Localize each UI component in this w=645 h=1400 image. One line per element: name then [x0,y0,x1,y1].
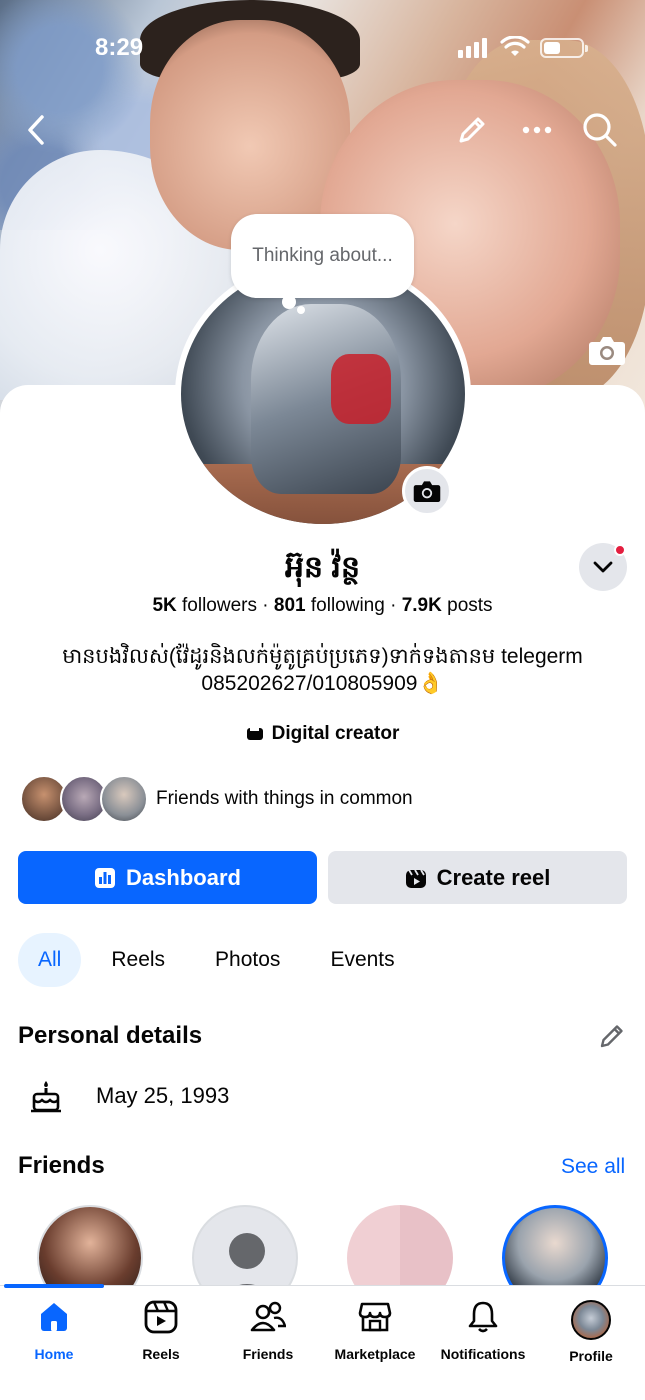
nav-home-label: Home [34,1346,74,1362]
note-bubble[interactable]: Thinking about... [231,214,414,298]
mutual-friend-avatar [100,775,148,823]
pencil-icon [459,117,485,143]
edit-details-button[interactable] [598,1022,628,1052]
nav-friends-label: Friends [242,1346,294,1362]
mutual-friends[interactable]: Friends with things in common [20,775,413,823]
dashboard-button[interactable]: Dashboard [18,851,317,904]
avatar-motorbike-red-panel [331,354,391,424]
back-button[interactable] [14,108,58,152]
nav-profile[interactable]: Profile [537,1300,645,1376]
tab-photos[interactable]: Photos [195,933,300,987]
stats-separator: · [262,595,274,616]
reels-icon [144,1300,178,1334]
stats-separator: · [390,595,402,616]
nav-notifications[interactable]: Notifications [429,1300,537,1376]
nav-marketplace[interactable]: Marketplace [321,1300,429,1376]
camera-icon [589,337,625,365]
profile-bio: មានបងវិលស់(វ៉ែដូរនិងលក់ម៉ូតូគ្រប់ប្រភេទ)… [62,645,583,695]
pencil-icon [600,1025,623,1048]
followers-label[interactable]: followers [182,595,257,616]
more-dots-icon [522,126,552,134]
nav-reels[interactable]: Reels [107,1300,215,1376]
profile-name: អ៊ុន វ៉ន្ថ [285,551,360,584]
see-all-friends-link[interactable]: See all [561,1155,625,1179]
wifi-icon [500,35,530,63]
category-icon [246,728,263,740]
nav-marketplace-label: Marketplace [334,1346,416,1362]
battery-icon [540,38,588,58]
edit-profile-button[interactable] [450,108,494,152]
search-button[interactable] [578,108,622,152]
profile-avatar [571,1300,611,1340]
profile-switcher-button[interactable] [579,543,627,591]
search-icon [583,113,617,147]
following-count[interactable]: 801 [274,595,306,616]
bottom-navigation: Home Reels Friends Marketplace Notificat… [0,1284,645,1400]
nav-home[interactable]: Home [0,1300,108,1376]
signal-icon [458,38,487,58]
create-reel-label: Create reel [436,864,551,890]
note-bubble-tail-small [297,306,305,314]
dashboard-icon [95,867,116,888]
bell-icon [468,1301,498,1333]
tab-reels[interactable]: Reels [91,933,185,987]
camera-icon [413,481,441,503]
chevron-left-icon [28,115,44,145]
nav-friends[interactable]: Friends [214,1300,322,1376]
dashboard-label: Dashboard [126,864,241,890]
status-bar: 8:29 [0,30,645,66]
friends-title: Friends [18,1152,105,1179]
active-tab-indicator [4,1284,104,1288]
followers-count[interactable]: 5K [152,595,176,616]
personal-details-title: Personal details [18,1022,203,1049]
posts-label: posts [447,595,493,616]
profile-category: Digital creator [0,723,645,745]
birthday-row: May 25, 1993 [30,1076,229,1116]
birthday-text: May 25, 1993 [96,1083,230,1108]
posts-count: 7.9K [401,595,442,616]
status-time: 8:29 [95,34,144,61]
edit-profile-picture-button[interactable] [402,466,452,516]
friends-icon [250,1301,286,1332]
birthday-cake-icon [31,1081,61,1113]
reels-icon [405,869,426,888]
category-label: Digital creator [271,723,400,744]
marketplace-icon [358,1302,392,1332]
following-label[interactable]: following [311,595,385,616]
nav-reels-label: Reels [142,1346,180,1362]
home-icon [41,1303,67,1331]
nav-notifications-label: Notifications [440,1346,526,1362]
more-button[interactable] [515,108,559,152]
chevron-down-icon [593,561,613,573]
edit-cover-button[interactable] [588,334,626,368]
profile-stats: 5K followers · 801 following · 7.9K post… [0,595,645,617]
tab-all[interactable]: All [18,933,82,987]
nav-profile-label: Profile [569,1348,613,1364]
note-bubble-tail [282,295,296,309]
create-reel-button[interactable]: Create reel [328,851,627,904]
notification-dot [614,544,626,556]
tab-events[interactable]: Events [310,933,414,987]
profile-tabs: All Reels Photos Events [18,933,425,987]
mutual-friends-text: Friends with things in common [156,788,413,809]
